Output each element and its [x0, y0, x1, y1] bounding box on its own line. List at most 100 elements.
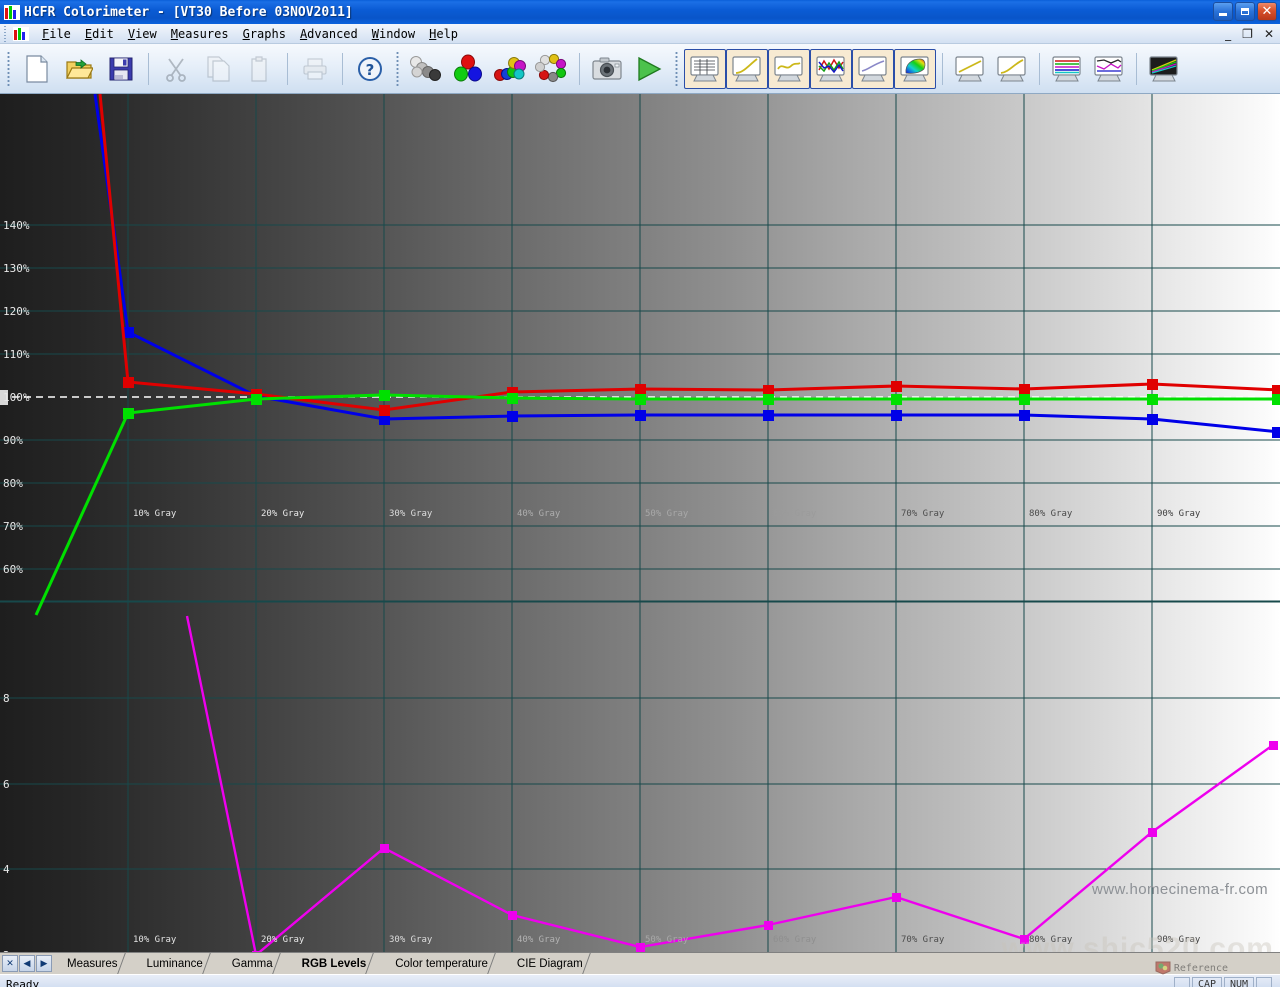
toolbar-grip-handle-1[interactable] [5, 51, 13, 86]
primary-colors-button[interactable] [447, 49, 489, 89]
menu-item-edit[interactable]: Edit [78, 25, 121, 43]
gamma-graph-button[interactable] [768, 48, 810, 89]
toolbar-separator-5 [942, 52, 943, 85]
run-measures-play-button[interactable] [628, 49, 670, 89]
secondary-colors-button[interactable] [489, 49, 531, 89]
reference-marker [0, 390, 8, 405]
menu-label-window: indow [378, 26, 416, 41]
toolbar-separator-7 [1136, 52, 1137, 85]
toolbar-measure-group [405, 49, 670, 89]
tab-label-gamma: Gamma [231, 958, 273, 970]
near-black-graph-button[interactable] [1046, 49, 1088, 89]
series-blue-markers [123, 327, 1280, 438]
tab-label-cie-diagram: CIE Diagram [516, 958, 583, 970]
site-watermark: www.homecinema-fr.com [1092, 881, 1268, 898]
toolbar-grip-handle-2[interactable] [394, 51, 402, 86]
tab-rgb-levels[interactable]: RGB Levels [288, 953, 383, 974]
cut-button [155, 49, 197, 89]
view-tabbar: ✕ ◀ ▶ Measures Luminance Gamma RGB Level… [0, 952, 1280, 974]
toolbar-multi-graph-group [1046, 49, 1185, 89]
open-folder-button[interactable] [58, 49, 100, 89]
window-controls: ✕ [1213, 2, 1277, 21]
luminance-history-button[interactable] [949, 49, 991, 89]
rgb-levels-graph-button[interactable] [810, 48, 852, 89]
menu-grip-handle[interactable] [3, 25, 10, 42]
grayscale-spheres-button[interactable] [405, 49, 447, 89]
menu-rgb-bars-icon [13, 26, 29, 41]
menu-label-edit: dit [92, 26, 114, 41]
save-disk-button[interactable] [100, 49, 142, 89]
menu-item-graphs[interactable]: Graphs [236, 25, 293, 43]
menu-item-file[interactable]: File [35, 25, 78, 43]
minimize-button[interactable] [1213, 2, 1233, 21]
print-button [294, 49, 336, 89]
help-button[interactable]: ? [349, 49, 391, 89]
mdi-minimize-button[interactable]: _ [1225, 27, 1231, 41]
menu-item-window[interactable]: Window [365, 25, 422, 43]
maximize-restore-button[interactable] [1235, 2, 1255, 21]
toolbar-separator-6 [1039, 52, 1040, 85]
toolbar-grip-handle-3[interactable] [673, 51, 681, 86]
status-bar: Ready Reference CAP NUM [0, 961, 1280, 987]
new-document-button[interactable] [16, 49, 58, 89]
tab-label-rgb-levels: RGB Levels [301, 958, 367, 970]
menu-label-measures: easures [178, 26, 229, 41]
toolbar-file-group: ? [16, 49, 391, 89]
toolbar-separator-1 [148, 52, 149, 85]
satellite-graph-button[interactable] [1143, 49, 1185, 89]
status-cell-blank-2 [1256, 976, 1272, 987]
menu-item-help[interactable]: Help [422, 25, 465, 43]
copy-button [197, 49, 239, 89]
tab-close-icon[interactable]: ✕ [2, 955, 18, 972]
reference-shield-icon [1155, 961, 1171, 975]
toolbar-graph-view-group [684, 48, 936, 89]
reference-label: Reference [1173, 962, 1228, 974]
mdi-restore-button[interactable]: ❐ [1242, 27, 1253, 41]
menu-bar: File Edit View Measures Graphs Advanced … [0, 24, 1280, 44]
color-ring-button[interactable] [531, 49, 573, 89]
tab-cie-diagram[interactable]: CIE Diagram [503, 953, 599, 974]
toolbar-extra-graph-group [949, 49, 1033, 89]
tab-list: Measures Luminance Gamma RGB Levels Colo… [54, 953, 599, 974]
toolbar-separator-2 [287, 52, 288, 85]
mdi-close-button[interactable]: ✕ [1264, 27, 1274, 41]
main-toolbar: ? [0, 44, 1280, 94]
window-title: HCFR Colorimeter - [VT30 Before 03NOV201… [24, 4, 353, 20]
tab-color-temperature[interactable]: Color temperature [382, 953, 504, 974]
tab-luminance[interactable]: Luminance [133, 953, 219, 974]
luminance-graph-button[interactable] [726, 48, 768, 89]
status-indicator-cells: CAP NUM [1174, 976, 1272, 987]
status-cell-cap: CAP [1192, 976, 1222, 987]
near-white-graph-button[interactable] [1088, 49, 1130, 89]
rgb-levels-chart[interactable]: 140% 130% 120% 110% 100% 90% 80% 70% 60%… [0, 94, 1280, 952]
status-cell-blank-1 [1174, 976, 1190, 987]
menu-label-advanced: dvanced [307, 26, 358, 41]
color-temperature-graph-button[interactable] [852, 48, 894, 89]
menu-label-file: ile [49, 26, 71, 41]
tab-prev-icon[interactable]: ◀ [19, 955, 35, 972]
menu-item-advanced[interactable]: Advanced [293, 25, 365, 43]
tab-measures[interactable]: Measures [54, 953, 134, 974]
tab-gamma[interactable]: Gamma [218, 953, 289, 974]
tab-label-measures: Measures [67, 958, 118, 970]
close-button[interactable]: ✕ [1257, 2, 1277, 21]
tab-label-luminance: Luminance [146, 958, 203, 970]
series-delta-e-markers [252, 741, 1278, 952]
series-blue [93, 94, 1280, 434]
measures-view-button[interactable] [684, 48, 726, 89]
reference-toolbar-fragment: Reference [1155, 961, 1228, 975]
status-message: Ready [6, 977, 40, 987]
series-green [34, 393, 1280, 616]
gamma-history-button[interactable] [991, 49, 1033, 89]
menu-item-view[interactable]: View [121, 25, 164, 43]
cie-diagram-button[interactable] [894, 48, 936, 89]
menu-label-help: elp [436, 26, 459, 41]
camera-button[interactable] [586, 49, 628, 89]
svg-text:?: ? [366, 61, 375, 79]
menu-item-measures[interactable]: Measures [164, 25, 236, 43]
paste-button [239, 49, 281, 89]
grid-vertical [127, 94, 1153, 952]
mdi-window-controls: _ ❐ ✕ [1225, 27, 1274, 41]
tab-next-icon[interactable]: ▶ [36, 955, 52, 972]
toolbar-separator-3 [342, 52, 343, 85]
